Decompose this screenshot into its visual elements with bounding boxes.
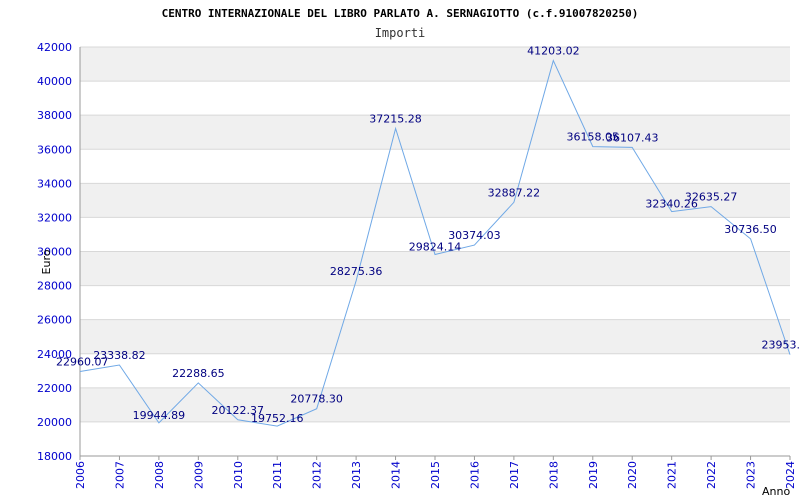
chart-subtitle: Importi <box>375 26 426 40</box>
data-label: 19752.16 <box>251 412 304 425</box>
line-chart: CENTRO INTERNAZIONALE DEL LIBRO PARLATO … <box>37 7 800 498</box>
x-tick-label: 2006 <box>74 461 87 489</box>
x-tick-label: 2012 <box>311 461 324 489</box>
y-tick-label: 42000 <box>37 41 72 54</box>
y-tick-label: 18000 <box>37 450 72 463</box>
x-tick-label: 2007 <box>113 461 126 489</box>
y-tick-label: 34000 <box>37 177 72 190</box>
x-tick-label: 2016 <box>468 461 481 489</box>
x-tick-label: 2021 <box>666 461 679 489</box>
y-tick-label: 28000 <box>37 280 72 293</box>
grid-band <box>80 47 790 82</box>
y-tick-label: 40000 <box>37 75 72 88</box>
grid-band <box>80 251 790 286</box>
grid-band <box>80 387 790 422</box>
grid-bands <box>80 47 790 422</box>
data-label: 22288.65 <box>172 367 225 380</box>
grid-band <box>80 319 790 354</box>
data-label: 28275.36 <box>330 265 383 278</box>
y-tick-label: 20000 <box>37 416 72 429</box>
x-tick-label: 2014 <box>390 461 403 489</box>
data-label: 30736.50 <box>724 223 777 236</box>
x-tick-label: 2018 <box>547 461 560 489</box>
chart-title: CENTRO INTERNAZIONALE DEL LIBRO PARLATO … <box>162 7 639 20</box>
y-tick-label: 36000 <box>37 143 72 156</box>
x-tick-label: 2015 <box>429 461 442 489</box>
y-axis-label: Euro <box>40 249 53 274</box>
data-labels: 22960.0723338.8219944.8922288.6520122.37… <box>56 45 800 426</box>
data-label: 37215.28 <box>369 113 422 126</box>
data-label: 23338.82 <box>93 349 146 362</box>
x-tick-label: 2022 <box>705 461 718 489</box>
data-label: 20778.30 <box>290 393 343 406</box>
x-tick-label: 2019 <box>587 461 600 489</box>
x-tick-label: 2010 <box>232 461 245 489</box>
x-axis-label: Anno <box>762 485 790 498</box>
data-label: 32635.27 <box>685 191 738 204</box>
x-tick-label: 2020 <box>626 461 639 489</box>
y-tick-label: 32000 <box>37 211 72 224</box>
data-label: 36107.43 <box>606 131 659 144</box>
data-label: 19944.89 <box>133 409 186 422</box>
x-tick-label: 2008 <box>153 461 166 489</box>
y-tick-label: 22000 <box>37 382 72 395</box>
data-label: 41203.02 <box>527 45 580 58</box>
x-tick-labels: 2006 2007 2008 2009 2010 2011 2012 2013 2014 2015… <box>74 456 797 489</box>
data-label: 29824.14 <box>409 240 462 253</box>
y-tick-label: 26000 <box>37 314 72 327</box>
data-label: 32887.22 <box>488 186 541 199</box>
y-tick-label: 38000 <box>37 109 72 122</box>
x-tick-label: 2013 <box>350 461 363 489</box>
grid-band <box>80 115 790 150</box>
data-label: 23953. <box>762 339 800 352</box>
x-tick-label: 2009 <box>192 461 205 489</box>
x-tick-label: 2017 <box>508 461 521 489</box>
x-tick-label: 2011 <box>271 461 284 489</box>
data-label: 30374.03 <box>448 229 501 242</box>
x-tick-label: 2023 <box>745 461 758 489</box>
